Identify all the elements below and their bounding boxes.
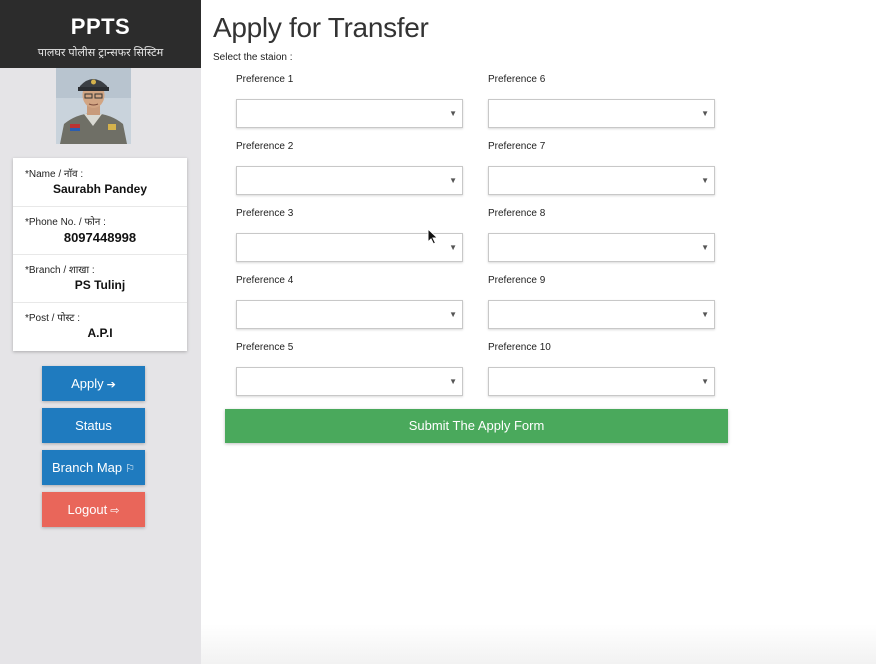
preference-2-label: Preference 2 [236,141,294,152]
logout-button-label: Logout [67,502,108,517]
preference-10-select[interactable]: ▼ [488,367,715,396]
post-label: *Post / पोस्ट : [25,313,80,324]
select-station-label: Select the staion : [213,52,293,63]
submit-apply-form-button[interactable]: Submit The Apply Form [225,409,728,443]
preference-4-label: Preference 4 [236,275,294,286]
profile-post-row: *Post / पोस्ट : A.P.I [13,302,187,350]
preference-8-select[interactable]: ▼ [488,233,715,262]
chevron-down-icon: ▼ [449,243,457,252]
mouse-pointer-icon [427,227,439,250]
chevron-down-icon: ▼ [701,310,709,319]
branch-map-button[interactable]: Branch Map ⚐ [42,450,145,485]
brand-title: PPTS [70,14,131,39]
sign-out-icon: ⇨ [110,505,120,517]
profile-branch-row: *Branch / शाखा : PS Tulinj [13,254,187,303]
preference-3-label: Preference 3 [236,208,294,219]
phone-label: *Phone No. / फोन : [25,217,106,228]
preference-7-label: Preference 7 [488,141,546,152]
profile-card: *Name / नाॅव : Saurabh Pandey *Phone No.… [13,158,187,351]
logout-button[interactable]: Logout ⇨ [42,492,145,527]
chevron-down-icon: ▼ [449,377,457,386]
name-value: Saurabh Pandey [52,182,148,196]
preference-9-select[interactable]: ▼ [488,300,715,329]
chevron-down-icon: ▼ [701,176,709,185]
phone-value: 8097448998 [63,230,137,245]
sidebar: PPTS पालघर पोलीस ट्रान्सफर सिस्टिम *Name… [0,0,201,664]
avatar [56,68,131,144]
preference-8-label: Preference 8 [488,208,546,219]
chevron-down-icon: ▼ [449,310,457,319]
preference-5-label: Preference 5 [236,342,294,353]
preference-6-select[interactable]: ▼ [488,99,715,128]
status-button-label: Status [75,418,112,433]
name-label: *Name / नाॅव : [25,169,84,180]
arrow-right-icon: ➔ [106,379,116,391]
brand-header: PPTS पालघर पोलीस ट्रान्सफर सिस्टिम [0,0,201,68]
preference-7-select[interactable]: ▼ [488,166,715,195]
profile-name-row: *Name / नाॅव : Saurabh Pandey [13,158,187,207]
apply-button-label: Apply [71,376,104,391]
page-title: Apply for Transfer [213,12,429,43]
preference-9-label: Preference 9 [488,275,546,286]
post-value: A.P.I [87,326,113,340]
preference-2-select[interactable]: ▼ [236,166,463,195]
status-button[interactable]: Status [42,408,145,443]
preference-6-label: Preference 6 [488,74,546,85]
branch-map-button-label: Branch Map [52,460,123,475]
apply-button[interactable]: Apply ➔ [42,366,145,401]
chevron-down-icon: ▼ [701,243,709,252]
bottom-shade [201,624,876,664]
chevron-down-icon: ▼ [701,109,709,118]
chevron-down-icon: ▼ [449,109,457,118]
chevron-down-icon: ▼ [449,176,457,185]
preference-5-select[interactable]: ▼ [236,367,463,396]
preference-4-select[interactable]: ▼ [236,300,463,329]
branch-value: PS Tulinj [74,278,126,292]
profile-phone-row: *Phone No. / फोन : 8097448998 [13,206,187,255]
chevron-down-icon: ▼ [701,377,709,386]
brand-subtitle: पालघर पोलीस ट्रान्सफर सिस्टिम [37,47,164,59]
branch-label: *Branch / शाखा : [25,265,95,276]
preference-10-label: Preference 10 [488,342,551,353]
preference-1-label: Preference 1 [236,74,294,85]
map-signs-icon: ⚐ [125,463,135,475]
preference-1-select[interactable]: ▼ [236,99,463,128]
